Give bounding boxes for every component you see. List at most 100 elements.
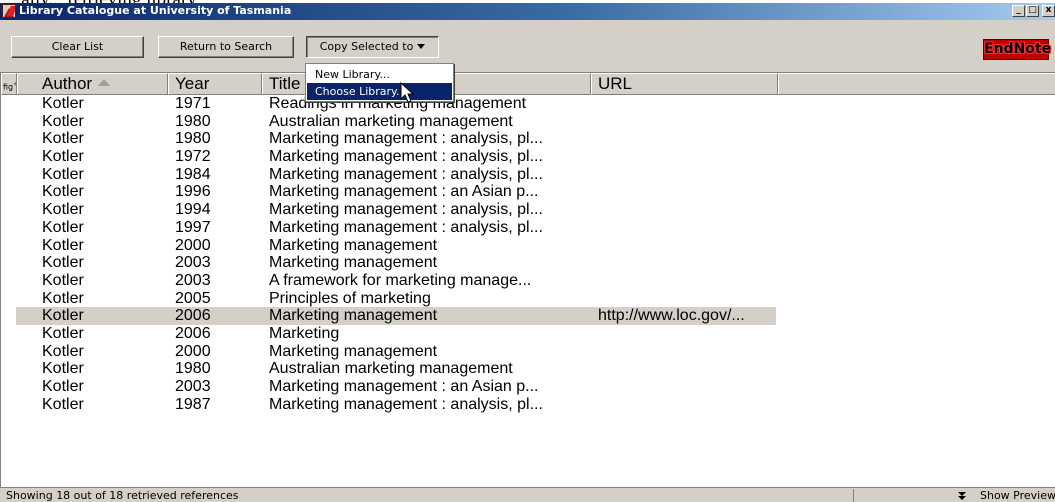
table-row[interactable]: Kotler 1971 Readings in marketing manageme… [1, 95, 1055, 113]
year-cell: 1987 [175, 395, 211, 413]
toolbar: Clear List Return to Search Copy Selecte… [0, 20, 1055, 72]
title-cell: Marketing management : analysis, pl... [269, 165, 543, 183]
year-cell: 2003 [175, 271, 211, 289]
title-cell: Australian marketing management [269, 112, 513, 130]
title-cell: Marketing management [269, 307, 438, 325]
author-cell: Kotler [42, 324, 84, 342]
table-row[interactable]: Kotler 1987 Marketing management : analysi… [1, 396, 1055, 414]
fig-label: fig [3, 82, 14, 92]
sort-ascending-icon [98, 79, 111, 86]
title-cell: Marketing management [269, 342, 438, 360]
year-cell: 1972 [175, 148, 211, 166]
year-cell: 1980 [175, 360, 211, 378]
author-cell: Kotler [42, 360, 84, 378]
table-row[interactable]: Kotler 2003 Marketing management : an Asia… [1, 378, 1055, 396]
table-row[interactable]: Kotler 1980 Australian marketing managemen… [1, 113, 1055, 131]
author-header-label: Author [42, 74, 93, 93]
title-cell: Marketing management : analysis, pl... [269, 201, 543, 219]
title-cell: Marketing management : analysis, pl... [269, 148, 543, 166]
copy-selected-to-button[interactable]: Copy Selected to [306, 36, 439, 58]
show-preview-chevrons-icon [958, 492, 966, 500]
year-cell: 2000 [175, 236, 211, 254]
title-cell: Principles of marketing [269, 289, 431, 307]
author-cell: Kotler [42, 183, 84, 201]
table-row[interactable]: Kotler 2003 Marketing management [1, 254, 1055, 272]
table-row[interactable]: Kotler 1997 Marketing management : analysi… [1, 219, 1055, 237]
table-row[interactable]: Kotler 1972 Marketing management : analysi… [1, 148, 1055, 166]
table-row[interactable]: Kotler 2006 Marketing [1, 325, 1055, 343]
table-row[interactable]: Kotler 2006 Marketing management http://www… [1, 307, 1055, 325]
author-cell: Kotler [42, 201, 84, 219]
author-cell: Kotler [42, 289, 84, 307]
year-cell: 1997 [175, 218, 211, 236]
author-cell: Kotler [42, 342, 84, 360]
author-cell: Kotler [42, 254, 84, 272]
year-cell: 1980 [175, 112, 211, 130]
title-cell: Australian marketing management [269, 360, 513, 378]
show-preview-button[interactable]: Show Preview [853, 489, 1055, 502]
menu-item-new-library[interactable]: New Library... [307, 66, 452, 83]
dropdown-caret-icon [417, 44, 426, 49]
author-cell: Kotler [42, 378, 84, 395]
column-header-year[interactable]: Year [168, 73, 262, 95]
title-cell: Marketing management : an Asian p... [269, 378, 539, 395]
reference-rows: Kotler 1971 Readings in marketing manageme… [1, 95, 1055, 413]
title-cell: A framework for marketing manage... [269, 271, 532, 289]
return-to-search-button[interactable]: Return to Search [158, 36, 294, 58]
year-cell: 2005 [175, 289, 211, 307]
year-cell: 1994 [175, 201, 211, 219]
year-cell: 1980 [175, 130, 211, 148]
copy-selected-to-label: Copy Selected to [319, 40, 414, 53]
title-cell: Marketing management : an Asian p... [269, 183, 539, 201]
close-button[interactable]: x [1042, 5, 1055, 17]
column-header-url[interactable]: URL [591, 73, 778, 95]
return-to-search-label: Return to Search [179, 40, 273, 53]
status-bar: Showing 18 out of 18 retrieved reference… [0, 487, 1055, 502]
reference-list[interactable]: fig+ Author Year Title URL Kotler1971Rea… [0, 72, 1055, 487]
year-cell: 1971 [175, 95, 211, 112]
mouse-pointer-icon [400, 82, 415, 103]
clear-list-button[interactable]: Clear List [11, 36, 144, 58]
table-row[interactable]: Kotler 2003 A framework for marketing mana… [1, 272, 1055, 290]
column-header-row: fig+ Author Year Title URL [1, 73, 1055, 95]
author-cell: Kotler [42, 112, 84, 130]
table-row[interactable]: Kotler 2000 Marketing management [1, 343, 1055, 361]
title-cell: Marketing management [269, 236, 438, 254]
url-header-label: URL [598, 74, 633, 93]
author-cell: Kotler [42, 130, 84, 148]
menu-item-choose-library[interactable]: Choose Library... [307, 83, 452, 100]
table-row[interactable]: Kotler 1980 Marketing management : analysi… [1, 130, 1055, 148]
table-row[interactable]: Kotler 2000 Marketing management [1, 237, 1055, 255]
year-cell: 2003 [175, 378, 211, 395]
author-cell: Kotler [42, 218, 84, 236]
year-cell: 2003 [175, 254, 211, 272]
title-cell: Marketing management [269, 254, 438, 272]
window-titlebar[interactable]: Library Catalogue at University of Tasma… [0, 3, 1055, 20]
window-title: Library Catalogue at University of Tasma… [19, 4, 292, 17]
column-header-empty [778, 73, 1055, 95]
author-cell: Kotler [42, 95, 84, 112]
show-preview-label: Show Preview [980, 489, 1055, 502]
column-header-author[interactable]: Author [17, 73, 168, 95]
table-row[interactable]: Kotler 1980 Australian marketing managemen… [1, 360, 1055, 378]
author-cell: Kotler [42, 148, 84, 166]
year-cell: 2006 [175, 324, 211, 342]
clear-list-label: Clear List [51, 40, 104, 53]
table-row[interactable]: Kotler 1994 Marketing management : analysi… [1, 201, 1055, 219]
title-cell: Marketing management : analysis, pl... [269, 130, 543, 148]
author-cell: Kotler [42, 271, 84, 289]
title-cell: Marketing management : analysis, pl... [269, 218, 543, 236]
author-cell: Kotler [42, 307, 84, 325]
author-cell: Kotler [42, 165, 84, 183]
title-cell: Marketing [269, 324, 340, 342]
minimize-button[interactable]: _ [1012, 5, 1025, 17]
table-row[interactable]: Kotler 1996 Marketing management : an Asia… [1, 183, 1055, 201]
table-row[interactable]: Kotler 1984 Marketing management : analysi… [1, 166, 1055, 184]
column-header-fig[interactable]: fig+ [1, 73, 17, 95]
author-cell: Kotler [42, 395, 84, 413]
endnote-app-icon[interactable] [2, 4, 16, 18]
title-cell: Marketing management : analysis, pl... [269, 395, 543, 413]
year-cell: 2006 [175, 307, 211, 325]
table-row[interactable]: Kotler 2005 Principles of marketing [1, 290, 1055, 308]
maximize-button[interactable]: □ [1026, 5, 1039, 17]
